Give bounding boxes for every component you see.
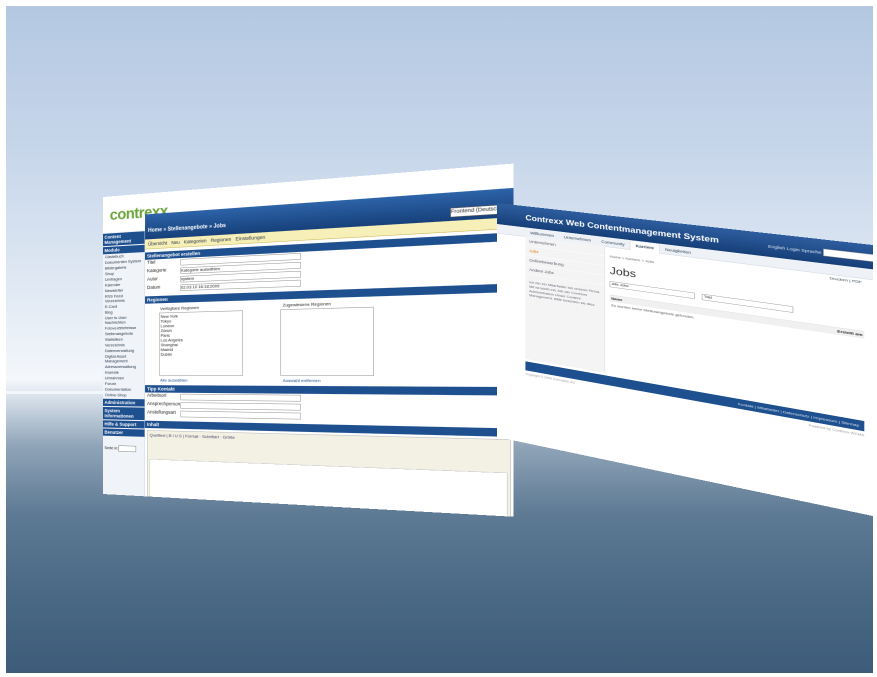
regions-panel: Verfügbare Regionen New York Tokyo London Z… xyxy=(145,292,514,383)
sidebar-section-header[interactable]: Benutzer xyxy=(103,428,145,436)
page-selector: Seite in: xyxy=(104,445,143,453)
sidebar-text: Ich bin ein Mitarbeiter bei unserer Firm… xyxy=(525,280,604,309)
tab-item[interactable]: Neu xyxy=(171,240,179,246)
form-label: Ansprechperson xyxy=(147,401,180,407)
tab-item[interactable]: Regionen xyxy=(211,236,232,243)
form-label: Kategorie xyxy=(147,267,166,273)
search-input[interactable] xyxy=(823,249,873,263)
sidebar-section-header[interactable]: Content Management xyxy=(103,231,145,246)
select-all-link[interactable]: Alle auswählen xyxy=(160,378,188,383)
form-label: Datum xyxy=(147,284,160,290)
website-frontend-window: Contrexx Web Contentmanagement System En… xyxy=(497,203,873,520)
region-option[interactable]: Dublin xyxy=(161,351,242,357)
backend-sidebar: Content Management Module Gästebuch Dokumen… xyxy=(103,230,145,496)
assigned-regions-label: Zugewiesene Regionen xyxy=(283,301,331,307)
editor-content-area[interactable] xyxy=(150,459,508,517)
contact-fields: Arbeitsort Ansprechperson Anstellungsart xyxy=(145,392,514,424)
top-links[interactable]: English Login Sprache xyxy=(768,244,821,255)
backend-main: Home » Stellenangebote » Jobs Frontend (… xyxy=(145,188,514,517)
page-selector-label: Seite in: xyxy=(104,445,118,450)
sidebar-section-header[interactable]: Hilfe & Support xyxy=(103,420,145,428)
sidebar-section-header[interactable]: Administration xyxy=(103,399,145,407)
form-label: Autor xyxy=(147,276,158,282)
tab-item[interactable]: Kategorien xyxy=(184,238,207,245)
assigned-regions-list[interactable] xyxy=(280,307,373,376)
sidebar-item[interactable]: Digital Asset Management xyxy=(103,353,145,364)
page-selector-input[interactable] xyxy=(118,445,136,452)
tab-item[interactable]: Übersicht xyxy=(148,240,167,246)
form-label: Arbeitsort xyxy=(147,392,166,397)
tab-item[interactable]: Einstellungen xyxy=(236,234,266,241)
sidebar-item[interactable]: Online-Shop xyxy=(103,392,145,398)
form-input[interactable] xyxy=(180,411,300,420)
form-label: Anstellungsart xyxy=(147,409,176,415)
left-column: Unternehmen Jobs Onlinebewerbung Andere Job… xyxy=(525,236,605,372)
form-input[interactable] xyxy=(180,394,300,402)
no-results-message: Es wurden keine Stellenangebote gefunden… xyxy=(610,301,865,346)
form-label: Titel xyxy=(147,259,155,265)
available-regions-list[interactable]: New York Tokyo London Zürich Paris Los Angele… xyxy=(159,310,243,375)
wysiwyg-editor: Quelltext | B I U S | Format · Schriftar… xyxy=(147,430,511,517)
perspective-scene: contrexx Content Management Module Gästebu… xyxy=(6,6,873,673)
available-regions-label: Verfügbare Regionen xyxy=(160,305,199,311)
remove-all-link[interactable]: Auswahl entfernen xyxy=(283,378,321,383)
sidebar-section-header[interactable]: System Informationen xyxy=(103,407,145,420)
breadcrumb: Home » Stellenangebote » Jobs xyxy=(148,223,226,234)
cms-backend-window: contrexx Content Management Module Gästebu… xyxy=(103,164,514,517)
